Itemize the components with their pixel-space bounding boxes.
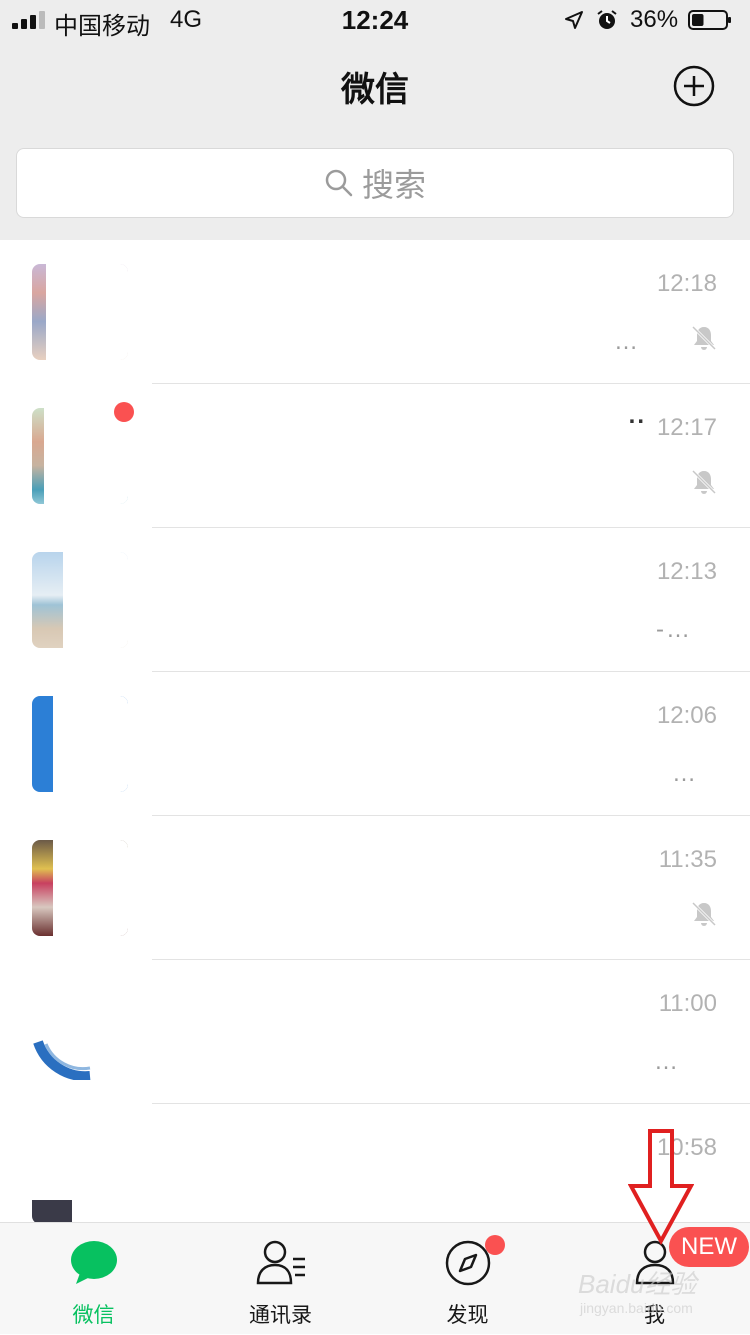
mute-bell-icon: [691, 469, 717, 495]
contacts-icon: [256, 1240, 305, 1285]
chat-time: 12:17: [656, 414, 717, 441]
red-down-arrow-annotation: [628, 1129, 694, 1246]
chat-row[interactable]: 12:13 -…: [0, 528, 750, 672]
mute-bell-icon: [691, 325, 717, 351]
chat-preview: …: [614, 328, 640, 355]
unread-dot: [114, 402, 134, 422]
chat-row[interactable]: 12:18 …: [0, 240, 750, 384]
tab-contacts[interactable]: 通讯录: [187, 1223, 374, 1335]
watermark-logo: Baidu经验: [578, 1269, 697, 1299]
status-bar: 中国移动 4G 12:24 36%: [0, 0, 750, 40]
tab-label: 通讯录: [249, 1304, 312, 1327]
chat-row[interactable]: 12:17 ..: [0, 384, 750, 528]
group-avatar: [32, 408, 128, 504]
chat-row[interactable]: 11:35: [0, 816, 750, 960]
search-icon: [325, 169, 353, 197]
chat-time: 12:06: [656, 702, 717, 729]
contact-avatar: [32, 1128, 128, 1224]
location-arrow-icon: [565, 11, 583, 29]
chat-preview: -…: [656, 616, 692, 643]
watermark-url: jingyan.baidu.com: [580, 1300, 693, 1316]
header: 微信 搜索: [0, 40, 750, 240]
battery-icon: [688, 10, 731, 30]
chat-time: 12:13: [656, 558, 717, 585]
contact-avatar: [32, 696, 128, 792]
seal-logo: [33, 1040, 91, 1080]
contact-avatar: [32, 552, 128, 648]
emblem-avatar: [32, 984, 128, 1080]
tab-chats[interactable]: 微信: [0, 1223, 187, 1335]
search-bar[interactable]: 搜索: [16, 148, 734, 218]
search-placeholder: 搜索: [361, 167, 426, 203]
chat-row[interactable]: 11:00 …: [0, 960, 750, 1104]
battery-percentage: 36%: [630, 6, 679, 33]
chat-bubble-icon: [70, 1241, 117, 1284]
chat-time: 12:18: [656, 270, 717, 297]
tab-label: 发现: [446, 1304, 489, 1327]
chat-preview: …: [654, 1048, 680, 1075]
discover-badge-dot: [485, 1235, 505, 1255]
mute-bell-icon: [691, 901, 717, 927]
group-avatar: [32, 840, 128, 936]
chat-time: 11:00: [658, 990, 717, 1017]
plus-circle-icon[interactable]: [672, 64, 716, 108]
chat-preview: ..: [628, 402, 646, 429]
page-title: 微信: [341, 71, 409, 109]
tab-discover[interactable]: 发现: [374, 1223, 561, 1335]
chat-list: 12:18 … 12:17 .. 12:13 -… 12:06 … 11:35 …: [0, 240, 750, 1248]
group-avatar: [32, 264, 128, 360]
chat-row[interactable]: 12:06 …: [0, 672, 750, 816]
chat-preview: …: [672, 760, 698, 787]
tab-label: 微信: [72, 1304, 115, 1327]
chat-time: 11:35: [658, 846, 717, 873]
alarm-clock-icon: [597, 10, 617, 29]
